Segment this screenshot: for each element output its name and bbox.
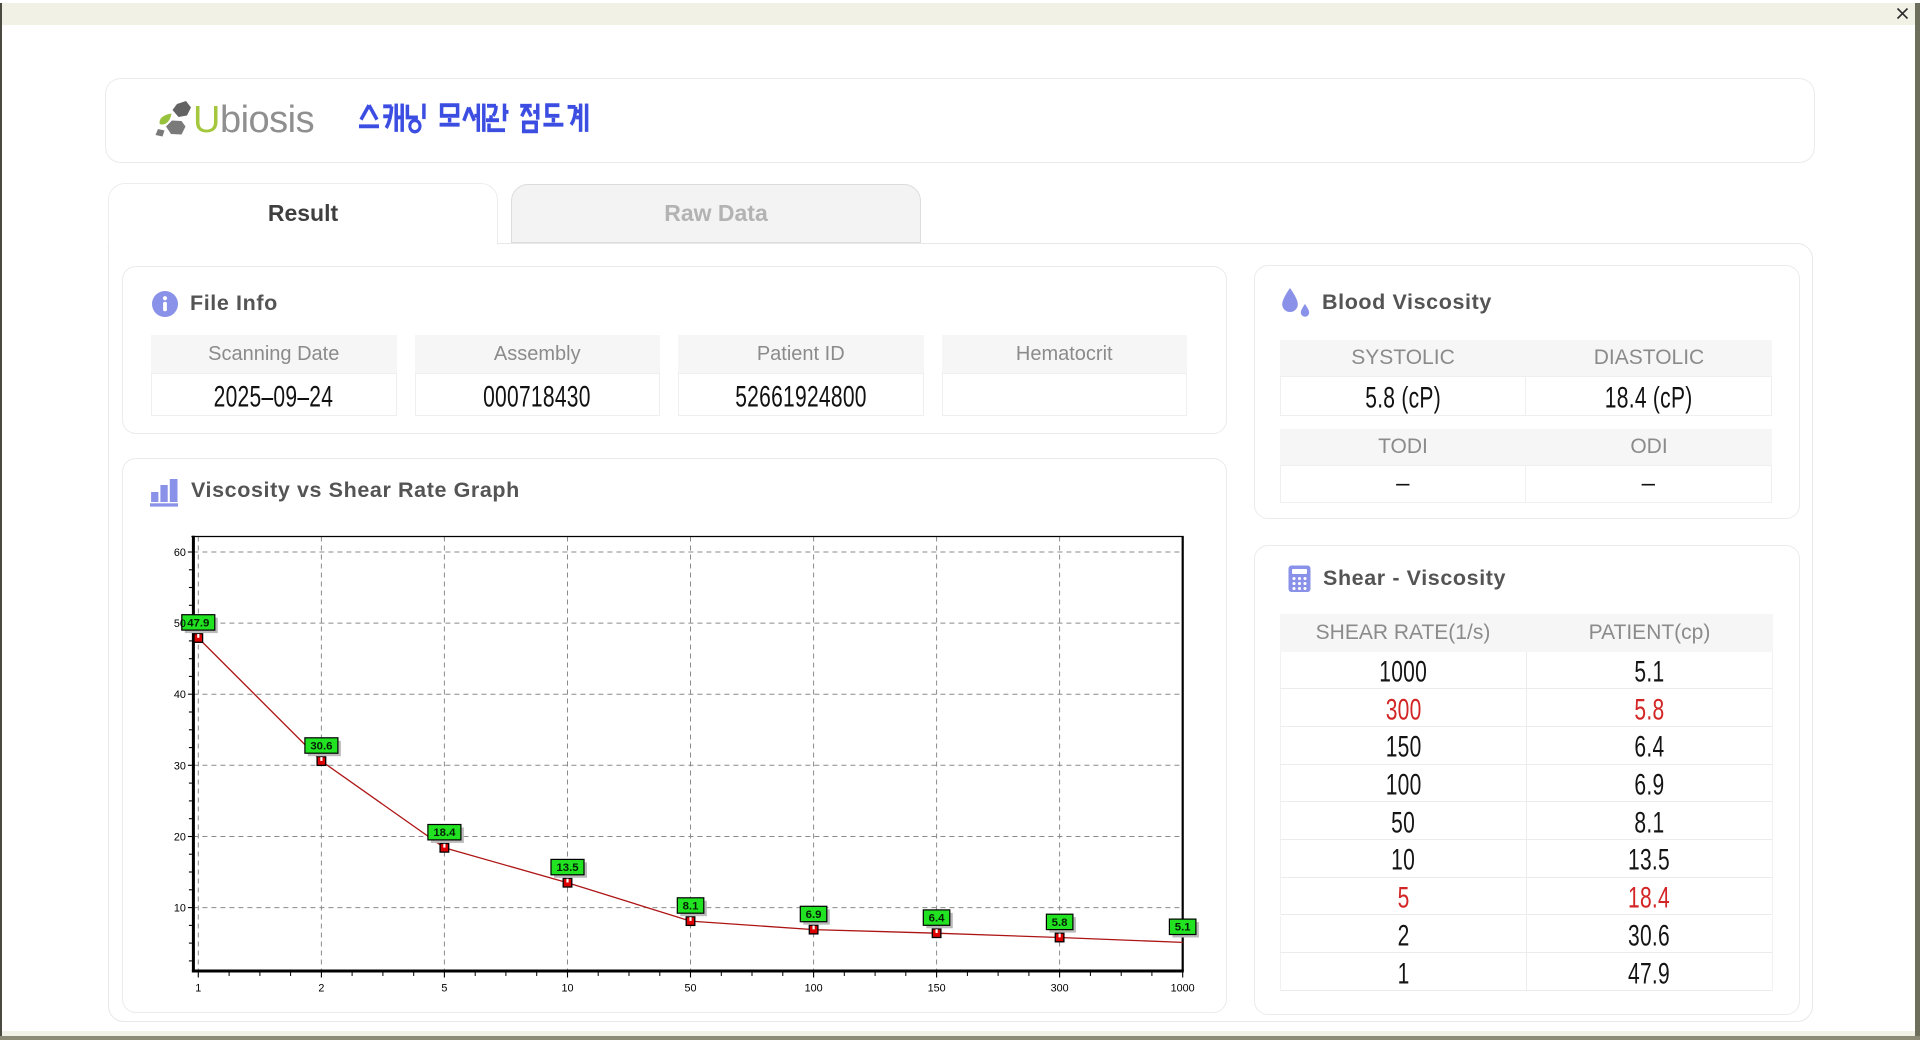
svg-text:5.8: 5.8 <box>1052 917 1068 929</box>
svg-text:40: 40 <box>174 689 186 701</box>
svg-text:50: 50 <box>174 618 186 630</box>
svg-text:5: 5 <box>441 983 447 995</box>
svg-text:150: 150 <box>928 983 946 995</box>
svg-text:18.4: 18.4 <box>433 827 456 839</box>
svg-text:60: 60 <box>174 547 186 559</box>
svg-text:47.9: 47.9 <box>187 617 209 629</box>
svg-text:10: 10 <box>561 983 573 995</box>
svg-text:2: 2 <box>318 983 324 995</box>
svg-text:1: 1 <box>195 983 201 995</box>
svg-text:13.5: 13.5 <box>556 862 579 874</box>
svg-text:30.6: 30.6 <box>310 740 332 752</box>
svg-text:6.4: 6.4 <box>929 913 945 925</box>
svg-text:10: 10 <box>174 903 186 915</box>
svg-text:20: 20 <box>174 832 186 844</box>
svg-text:5.1: 5.1 <box>1175 922 1191 934</box>
svg-text:8.1: 8.1 <box>683 900 699 912</box>
svg-text:6.9: 6.9 <box>806 909 822 921</box>
svg-text:1000: 1000 <box>1171 983 1195 995</box>
svg-text:30: 30 <box>174 760 186 772</box>
svg-text:50: 50 <box>684 983 696 995</box>
svg-text:300: 300 <box>1051 983 1069 995</box>
svg-text:100: 100 <box>805 983 823 995</box>
